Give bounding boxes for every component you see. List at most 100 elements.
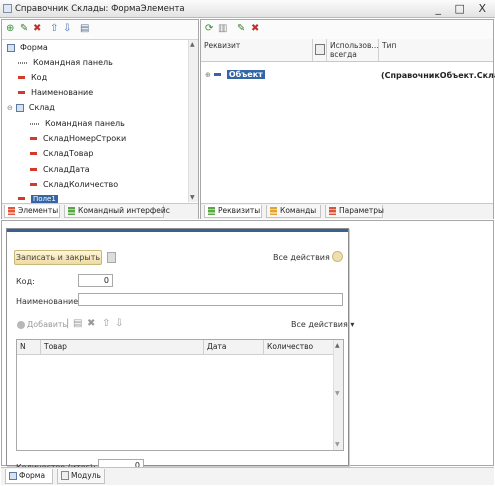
tree-item-line-number[interactable]: СкладНомерСтроки — [30, 134, 126, 143]
command-panel-icon — [30, 122, 39, 125]
column-use-icon — [313, 39, 327, 61]
column-n[interactable]: N — [17, 340, 41, 354]
move-up-icon[interactable]: ⇧ — [50, 24, 58, 34]
tab-parameters[interactable]: Параметры — [325, 205, 384, 218]
delete-icon[interactable]: ✖ — [251, 24, 259, 34]
form-icon — [7, 43, 15, 52]
tree-item-quantity[interactable]: СкладКоличество — [30, 180, 118, 189]
table-scrollbar[interactable]: ▲ ▼ ▼ — [333, 340, 343, 450]
field-icon — [30, 137, 37, 140]
move-down-icon[interactable]: ⇩ — [63, 24, 71, 34]
attributes-panel: ⟳ ▥ ✎ ✖ Реквизит Использов... всегда Тип… — [200, 19, 495, 219]
scroll-down-icon[interactable]: ▼ — [335, 390, 340, 397]
command-panel-icon — [18, 61, 27, 64]
help-icon[interactable] — [332, 251, 343, 262]
edit-icon[interactable]: ✎ — [237, 24, 245, 34]
scroll-up-icon[interactable]: ▲ — [335, 342, 340, 349]
toolbar-separator: | — [66, 318, 70, 329]
code-label: Код: — [16, 277, 35, 286]
module-tab-icon — [61, 471, 69, 480]
collapse-icon[interactable]: ⊖ — [7, 104, 13, 112]
window-icon — [3, 4, 12, 13]
delete-icon[interactable]: ✖ — [33, 24, 41, 34]
field-icon — [18, 76, 25, 79]
move-row-down-icon[interactable]: ⇩ — [115, 318, 123, 329]
form-preview: Записать и закрыть Все действия ▾ Код: 0… — [6, 228, 354, 472]
elements-toolbar: ⊕ ✎ ✖ ⇧ ⇩ ▤ — [2, 20, 198, 40]
elements-icon — [8, 207, 15, 215]
warehouse-table-header: N Товар Дата Количество — [17, 340, 334, 355]
expand-icon[interactable]: ⊕ — [205, 71, 211, 79]
bottom-tabs: Форма Модуль — [1, 467, 494, 485]
commands-icon — [270, 207, 277, 215]
command-interface-icon — [68, 207, 75, 215]
add-row-button[interactable]: Добавить — [17, 320, 67, 329]
attribute-row-object[interactable]: ⊕ Объект — [205, 70, 265, 79]
parameters-icon — [329, 207, 336, 215]
settings-icon[interactable]: ▤ — [80, 24, 89, 34]
tab-module[interactable]: Модуль — [57, 469, 105, 484]
name-label: Наименование: — [16, 297, 81, 306]
add-icon[interactable]: ⊕ — [6, 24, 14, 34]
form-preview-border — [7, 229, 348, 232]
copy-icon[interactable]: ▥ — [218, 24, 227, 34]
minimize-button[interactable]: _ — [436, 2, 447, 15]
all-actions-menu[interactable]: Все действия ▾ — [273, 253, 336, 262]
attributes-header: Реквизит Использов... всегда Тип — [201, 39, 493, 62]
attributes-tabs: Реквизиты Команды Параметры — [201, 203, 493, 219]
elements-tabs: Элементы Командный интерфейс — [2, 203, 198, 219]
column-product[interactable]: Товар — [41, 340, 204, 354]
tab-command-interface[interactable]: Командный интерфейс — [64, 205, 170, 218]
column-quantity[interactable]: Количество — [264, 340, 334, 354]
field-icon — [18, 91, 25, 94]
column-always-use[interactable]: Использов... всегда — [327, 39, 379, 61]
column-type[interactable]: Тип — [379, 39, 493, 61]
code-field[interactable]: 0 — [78, 274, 113, 287]
table-icon — [15, 103, 24, 112]
field-icon — [30, 152, 37, 155]
tab-attributes[interactable]: Реквизиты — [204, 205, 262, 218]
warehouse-table[interactable]: N Товар Дата Количество ▲ ▼ ▼ — [16, 339, 344, 451]
tab-commands[interactable]: Команды — [266, 205, 321, 218]
field-icon — [18, 197, 25, 200]
tree-item-warehouse-table[interactable]: ⊖ Склад — [7, 103, 55, 112]
close-button[interactable]: X — [478, 2, 491, 15]
tree-item-name[interactable]: Наименование — [18, 88, 93, 97]
tree-item-form[interactable]: Форма — [7, 43, 48, 52]
tab-form[interactable]: Форма — [5, 469, 53, 484]
attributes-icon — [208, 207, 215, 215]
title-bar: Справочник Склады: ФормаЭлемента _ □ X — [0, 0, 495, 18]
tree-item-table-command-panel[interactable]: Командная панель — [30, 119, 125, 128]
field-icon — [30, 168, 37, 171]
table-all-actions-menu[interactable]: Все действия ▾ — [291, 320, 354, 329]
maximize-button[interactable]: □ — [455, 2, 470, 15]
window-controls: _ □ X — [436, 2, 491, 15]
tree-item-command-panel[interactable]: Командная панель — [18, 58, 113, 67]
object-icon — [213, 73, 221, 76]
add-attribute-icon[interactable]: ⟳ — [205, 24, 213, 34]
column-attribute[interactable]: Реквизит — [201, 39, 313, 61]
copy-row-icon[interactable]: ▤ — [73, 318, 82, 329]
field-icon — [30, 183, 37, 186]
tree-item-product[interactable]: СкладТовар — [30, 149, 93, 158]
preview-area: Записать и закрыть Все действия ▾ Код: 0… — [1, 220, 494, 472]
attribute-type-value: (СправочникОбъект.Склады) — [381, 71, 495, 80]
elements-scrollbar[interactable]: ▲ ▼ — [188, 40, 198, 202]
form-tab-icon — [9, 472, 17, 480]
write-close-button[interactable]: Записать и закрыть — [14, 250, 102, 265]
window-title: Справочник Склады: ФормаЭлемента — [15, 4, 185, 14]
scroll-end-icon[interactable]: ▼ — [335, 441, 340, 448]
scroll-up-icon[interactable]: ▲ — [190, 41, 195, 48]
edit-icon[interactable]: ✎ — [20, 24, 28, 34]
tree-item-code[interactable]: Код — [18, 73, 47, 82]
column-date[interactable]: Дата — [204, 340, 264, 354]
move-row-up-icon[interactable]: ⇧ — [102, 318, 110, 329]
name-field[interactable] — [78, 293, 343, 306]
elements-panel: ⊕ ✎ ✖ ⇧ ⇩ ▤ Форма Командная панель Код Н… — [1, 19, 199, 219]
tree-item-field1-selected[interactable]: Поле1 — [18, 194, 58, 203]
tab-elements[interactable]: Элементы — [4, 205, 60, 218]
delete-row-icon[interactable]: ✖ — [87, 318, 95, 329]
save-icon[interactable] — [107, 252, 116, 263]
scroll-down-icon[interactable]: ▼ — [190, 194, 195, 201]
tree-item-date[interactable]: СкладДата — [30, 165, 90, 174]
